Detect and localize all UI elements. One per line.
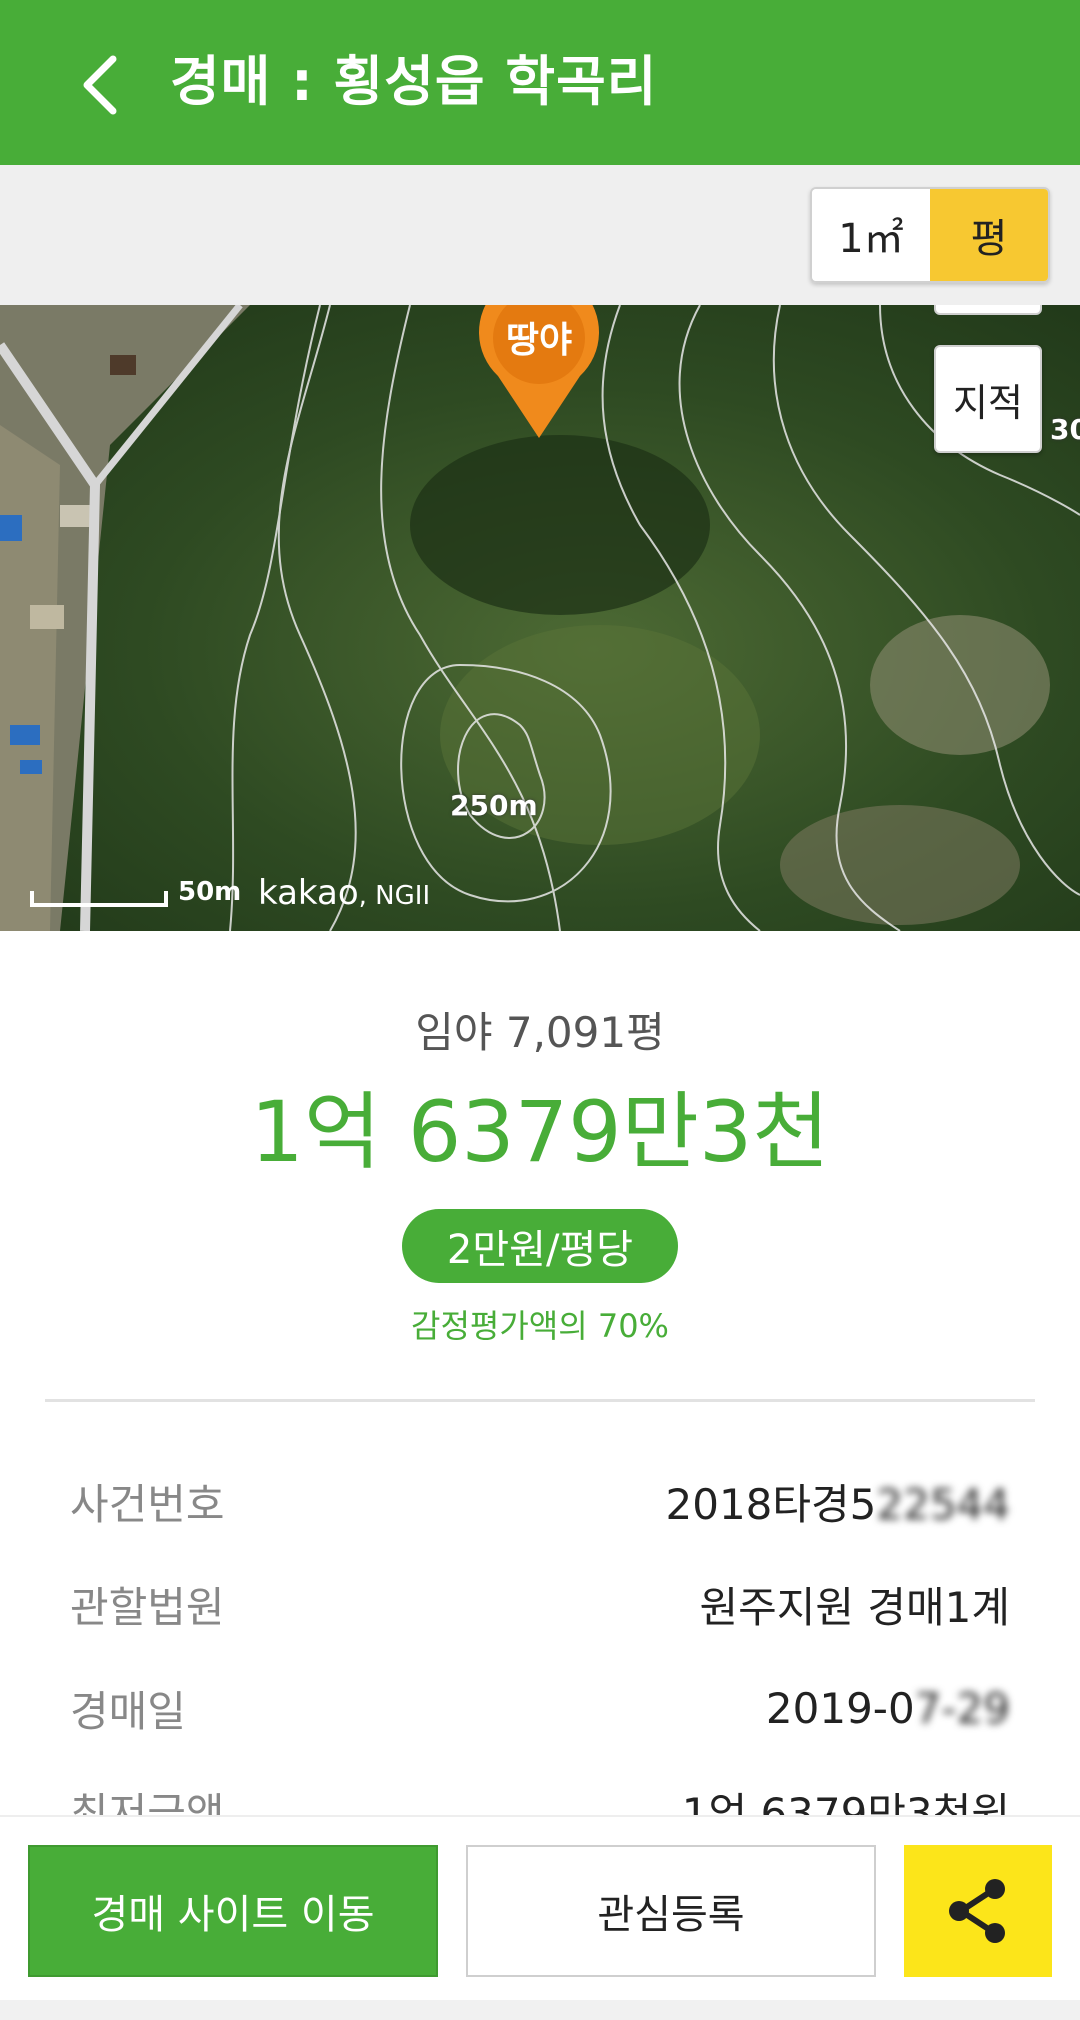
bottom-strip [0,2000,1080,2020]
elevation-label: 250m [450,789,538,822]
detail-value: 2018타경522544 [666,1471,1011,1532]
land-type-area: 임야 7,091평 [415,1008,665,1057]
price-per-pyeong-badge: 2만원/평당 [402,1209,678,1283]
elevation-label-edge: 30 [1050,413,1080,446]
cadastral-toggle-button[interactable]: 지적 [934,345,1042,453]
auction-date-blurred: 7-29 [914,1683,1010,1733]
map-scale: 50m [30,877,241,907]
app-bar: 경매 : 횡성읍 학곡리 [0,0,1080,165]
detail-value: 원주지원 경매1계 [699,1582,1010,1632]
scale-bar [30,891,168,907]
unit-option-pyeong[interactable]: 평 [930,189,1048,281]
scale-label: 50m [178,877,242,907]
map-attribution: kakao, NGII [258,873,430,913]
detail-label: 사건번호 [70,1479,225,1529]
add-favorite-button[interactable]: 관심등록 [466,1845,876,1977]
ngii-attribution: , NGII [358,881,431,911]
auction-date-visible: 2019-0 [765,1683,915,1733]
detail-row-court: 관할법원 원주지원 경매1계 [70,1564,1010,1644]
location-pin-icon[interactable]: 땅야 [476,305,602,440]
detail-row-case-number: 사건번호 2018타경522544 [70,1461,1010,1541]
minimum-price: 1억 6379만3천 [250,1083,830,1181]
divider [45,1399,1035,1402]
go-to-auction-site-button[interactable]: 경매 사이트 이동 [28,1845,438,1977]
detail-value: 2019-07-29 [766,1684,1010,1733]
detail-row-auction-date: 경매일 2019-07-29 [70,1668,1010,1748]
unit-option-sqm[interactable]: 1㎡ [812,189,930,281]
chevron-left-icon [83,55,117,115]
unit-bar: 1㎡ 평 [0,165,1080,305]
detail-label: 관할법원 [70,1582,225,1632]
appraisal-ratio: 감정평가액의 70% [411,1307,669,1345]
back-button[interactable] [60,45,140,125]
marker-label: 땅야 [506,320,572,361]
case-number-blurred: 22544 [876,1479,1010,1529]
page-title: 경매 : 횡성읍 학곡리 [170,50,658,113]
bottom-action-bar: 경매 사이트 이동 관심등록 [0,1815,1080,2020]
map-control-partial[interactable] [934,305,1042,315]
kakao-logo: kakao [258,873,359,913]
case-number-visible: 2018타경5 [665,1479,877,1529]
share-icon [949,1879,1005,1943]
satellite-map[interactable]: 지적 250m 30 땅야 50m kakao, NGII [0,305,1080,931]
unit-toggle: 1㎡ 평 [810,187,1050,283]
share-button[interactable] [904,1845,1052,1977]
detail-label: 경매일 [70,1686,186,1736]
